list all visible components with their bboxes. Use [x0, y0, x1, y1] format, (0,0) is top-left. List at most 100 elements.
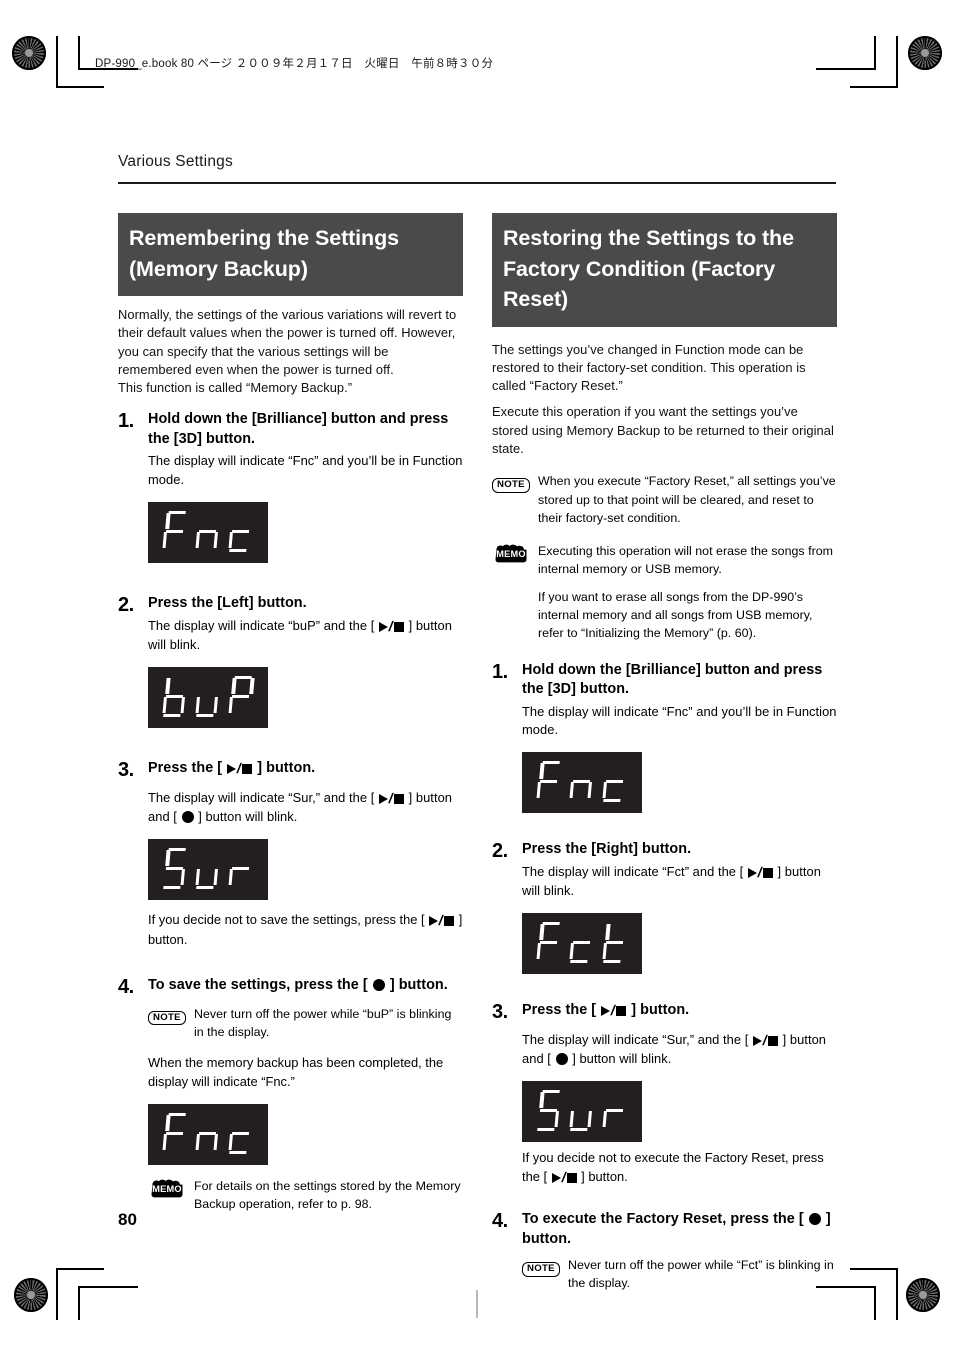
record-button-icon — [372, 978, 385, 991]
lcd-segment-c — [213, 869, 219, 886]
lcd-segment-e — [195, 1134, 200, 1150]
note-paragraph: Never turn off the power while “Fct” is … — [568, 1258, 834, 1291]
lcd-digits — [536, 1090, 628, 1132]
step-description: The display will indicate “Fnc” and you’… — [148, 453, 463, 487]
lcd-segment-e — [602, 782, 607, 799]
step-1: 1. Hold down the [Brilliance] button and… — [118, 410, 463, 489]
lcd-segment-g — [231, 529, 250, 534]
lcd-segment-g — [165, 694, 184, 699]
lcd-segment-c — [587, 782, 593, 799]
step-title: Hold down the [Brilliance] button and pr… — [148, 411, 449, 447]
memo-badge-wrap: MEMO — [492, 542, 538, 568]
play-stop-button-icon: / — [378, 789, 405, 808]
step-title: Press the [ / ] button. — [148, 759, 463, 780]
note-text: Never turn off the power while “Fct” is … — [568, 1256, 837, 1293]
lcd-display-fnc — [148, 502, 268, 564]
lcd-segment-g — [605, 940, 624, 945]
step-2: 2. Press the [Left] button. The display … — [118, 594, 463, 654]
lcd-segment-c — [180, 869, 186, 886]
page-number: 80 — [118, 1210, 137, 1229]
footnote-text: If you decide not to save the settings, … — [148, 912, 425, 928]
lcd-segment-d — [603, 798, 621, 803]
lcd-segment-d — [570, 1128, 588, 1132]
play-stop-button-icon: / — [747, 863, 774, 882]
step-description: The display will indicate “Fct” and the … — [522, 863, 837, 901]
lcd-segment-g — [198, 1131, 217, 1136]
lcd-digit — [160, 848, 190, 890]
lcd-digit — [160, 676, 190, 718]
step-number: 3. — [118, 759, 134, 782]
lcd-digits — [160, 676, 256, 718]
intro-paragraph: The settings you’ve changed in Function … — [492, 341, 806, 394]
lcd-display-sur — [522, 1081, 642, 1143]
step-title: Hold down the [Brilliance] button and pr… — [522, 661, 823, 698]
record-button-icon — [555, 1053, 568, 1066]
memo-text: For details on the settings stored by th… — [194, 1177, 463, 1214]
play-stop-button-icon: / — [378, 617, 405, 636]
memo-paragraph: If you want to erase all songs from the … — [538, 589, 813, 641]
step-number: 2. — [492, 840, 508, 863]
lcd-segment-d — [196, 885, 214, 890]
step-description: The display will indicate “Sur,” and the… — [148, 789, 463, 827]
step-number: 2. — [118, 594, 134, 617]
lcd-segment-g — [539, 1109, 558, 1113]
lcd-segment-c — [213, 1134, 219, 1150]
lcd-segment-a — [542, 761, 560, 765]
step-description: The display will indicate “buP” and the … — [148, 617, 463, 655]
memo-callout: MEMO For details on the settings stored … — [148, 1177, 463, 1214]
lcd-segment-f — [539, 763, 545, 779]
play-stop-button-icon: / — [600, 1001, 627, 1022]
lcd-digits — [534, 761, 628, 803]
lcd-digit — [567, 922, 597, 964]
lcd-segment-a — [234, 676, 252, 680]
step-title: Press the [Right] button. — [522, 841, 692, 858]
lcd-digits — [536, 922, 630, 964]
memo-badge-label: MEMO — [152, 1183, 182, 1194]
lcd-segment-a — [168, 848, 186, 852]
step-number: 3. — [492, 1001, 508, 1024]
intro-paragraph: This function is called “Memory Backup.” — [118, 380, 353, 396]
header-rule — [118, 182, 836, 184]
lcd-display-bup — [148, 667, 268, 729]
lcd-segment-g — [231, 866, 250, 871]
step-title: Press the [ / ] button. — [522, 1001, 837, 1022]
lcd-segment-g — [165, 1131, 184, 1136]
title-text: ] button. — [631, 1002, 690, 1019]
title-text: ] button. — [389, 976, 448, 993]
right-column: Restoring the Settings to the Factory Co… — [492, 213, 837, 1293]
step-4-followup: When the memory backup has been complete… — [148, 1055, 444, 1089]
memo-paragraph: For details on the settings stored by th… — [194, 1179, 461, 1212]
play-stop-button-icon: / — [226, 759, 253, 780]
lcd-segment-f — [165, 850, 171, 866]
section-title-memory-backup: Remembering the Settings (Memory Backup) — [118, 213, 463, 296]
desc-text: The display will indicate “Sur,” and the… — [522, 1031, 749, 1047]
lcd-segment-f — [165, 513, 171, 529]
memo-callout: MEMO Executing this operation will not e… — [492, 542, 837, 642]
step-description: The display will indicate “Sur,” and the… — [522, 1031, 837, 1069]
note-badge-wrap: NOTE — [522, 1256, 568, 1277]
lcd-segment-e — [162, 532, 167, 548]
lcd-digit — [193, 848, 223, 890]
note-badge: NOTE — [148, 1010, 186, 1026]
lcd-segment-d — [603, 959, 621, 964]
lcd-digit — [160, 511, 190, 552]
lcd-digit — [534, 761, 564, 802]
memo-badge-label: MEMO — [496, 548, 526, 559]
lcd-digit — [600, 922, 630, 964]
note-callout: NOTE Never turn off the power while “buP… — [148, 1005, 463, 1042]
lcd-segment-e — [569, 943, 574, 960]
lcd-segment-e — [536, 943, 541, 960]
lcd-segment-d — [163, 713, 181, 718]
lcd-segment-e — [195, 869, 200, 886]
lcd-digit — [226, 676, 256, 717]
lcd-segment-g — [572, 940, 591, 945]
note-badge-wrap: NOTE — [492, 472, 538, 493]
lcd-segment-d — [163, 885, 181, 890]
lcd-segment-d — [229, 548, 247, 553]
lcd-segment-d — [537, 1128, 555, 1132]
lcd-digits — [160, 511, 254, 553]
note-paragraph: When you execute “Factory Reset,” all se… — [538, 474, 836, 525]
left-column: Remembering the Settings (Memory Backup)… — [118, 213, 463, 1214]
lcd-display-fnc — [522, 752, 642, 814]
step-title: To save the settings, press the [ ] butt… — [148, 976, 463, 996]
